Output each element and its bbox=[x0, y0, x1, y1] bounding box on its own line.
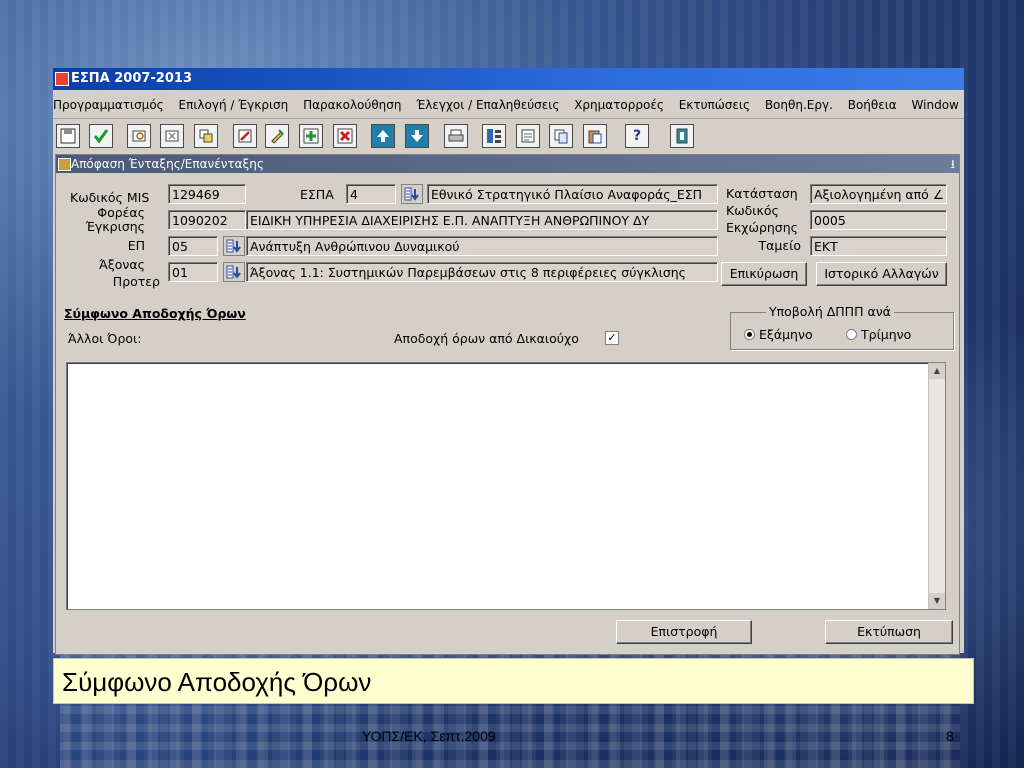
menu-window[interactable]: Window bbox=[912, 92, 959, 118]
field-espa-desc[interactable]: Εθνικό Στρατηγικό Πλαίσιο Αναφοράς_ΕΣΠ bbox=[427, 184, 718, 204]
arrow-up-icon[interactable] bbox=[371, 124, 395, 148]
radio-trimino-dot bbox=[846, 329, 857, 340]
label-ep: ΕΠ bbox=[127, 238, 145, 253]
form-titlebar: Απόφαση Ένταξης/Επανένταξης ⭳ bbox=[56, 155, 959, 173]
save-icon[interactable] bbox=[56, 124, 80, 148]
accept-icon[interactable] bbox=[89, 124, 113, 148]
field-foreas-desc[interactable]: ΕΙΔΙΚΗ ΥΠΗΡΕΣΙΑ ΔΙΑΧΕΙΡΙΣΗΣ Ε.Π. ΑΝΑΠΤΥΞ… bbox=[246, 210, 718, 230]
field-ep-desc[interactable]: Ανάπτυξη Ανθρώπινου Δυναμικού bbox=[246, 236, 718, 256]
application-window: ΕΣΠΑ 2007-2013 Προγραμματισμός Επιλογή /… bbox=[53, 68, 964, 655]
label-apodoxi: Αποδοχή όρων από Δικαιούχο bbox=[394, 331, 579, 346]
label-ekxorisis: Εκχώρησης bbox=[726, 220, 798, 235]
menu-bar: Προγραμματισμός Επιλογή / Έγκριση Παρακο… bbox=[53, 92, 964, 119]
field-axonas-code[interactable]: 01 bbox=[168, 262, 218, 282]
label-axonas: Άξονας bbox=[99, 257, 145, 272]
menu-programmatismos[interactable]: Προγραμματισμός bbox=[53, 92, 164, 118]
field-espa-code[interactable]: 4 bbox=[346, 184, 396, 204]
menu-voitheia[interactable]: Βοήθεια bbox=[848, 92, 897, 118]
app-titlebar: ΕΣΠΑ 2007-2013 bbox=[53, 68, 964, 90]
toolbar: ? bbox=[53, 122, 964, 152]
query-icon[interactable] bbox=[127, 124, 151, 148]
ektyposi-button[interactable]: Εκτύπωση bbox=[825, 620, 953, 644]
radio-trimino[interactable]: Τρίμηνο bbox=[846, 327, 911, 342]
label-kodikos-mis: Κωδικός MIS bbox=[70, 190, 150, 205]
label-katastasi: Κατάσταση bbox=[726, 186, 798, 201]
menu-elegxoi[interactable]: Έλεγχοι / Επαληθεύσεις bbox=[416, 92, 559, 118]
istoriko-allagon-button[interactable]: Ιστορικό Αλλαγών bbox=[816, 262, 947, 286]
clear-query-icon[interactable] bbox=[160, 124, 184, 148]
radio-eksamino-dot bbox=[744, 329, 755, 340]
arrow-down-icon[interactable] bbox=[405, 124, 429, 148]
menu-xrimatorroes[interactable]: Χρηματορροές bbox=[574, 92, 664, 118]
radio-eksamino[interactable]: Εξάμηνο bbox=[744, 327, 813, 342]
section-title: Σύμφωνο Αποδοχής Όρων bbox=[64, 306, 246, 321]
epistrofi-button[interactable]: Επιστροφή bbox=[616, 620, 752, 644]
scroll-down-icon[interactable]: ▼ bbox=[929, 593, 945, 609]
menu-epilogi-egkrisi[interactable]: Επιλογή / Έγκριση bbox=[179, 92, 289, 118]
field-ep-code[interactable]: 05 bbox=[168, 236, 218, 256]
field-kodikos-ekxorisis[interactable]: 0005 bbox=[810, 210, 947, 230]
pencil-icon[interactable] bbox=[265, 124, 289, 148]
delete-record-icon[interactable] bbox=[333, 124, 357, 148]
document-icon[interactable] bbox=[516, 124, 540, 148]
label-alloi-oroi: Άλλοι Όροι: bbox=[68, 331, 142, 346]
paste-icon[interactable] bbox=[583, 124, 607, 148]
field-foreas-code[interactable]: 1090202 bbox=[168, 210, 246, 230]
label-proter: Προτερ bbox=[112, 274, 160, 289]
app-title: ΕΣΠΑ 2007-2013 bbox=[71, 71, 192, 86]
edit-icon[interactable] bbox=[233, 124, 257, 148]
radio-trimino-label: Τρίμηνο bbox=[861, 327, 912, 342]
label-espa: ΕΣΠΑ bbox=[300, 187, 334, 202]
list-icon[interactable] bbox=[482, 124, 506, 148]
apodoxi-checkbox[interactable]: ✓ bbox=[605, 331, 619, 345]
radio-eksamino-label: Εξάμηνο bbox=[759, 327, 813, 342]
copy-record-icon[interactable] bbox=[194, 124, 218, 148]
minimize-icon[interactable]: ⭳ bbox=[951, 155, 955, 173]
insert-record-icon[interactable] bbox=[299, 124, 323, 148]
form-icon bbox=[58, 158, 71, 171]
field-tameio[interactable]: ΕΚΤ bbox=[810, 236, 947, 256]
label-ypovoli: Υποβολή ΔΠΠΠ ανά bbox=[766, 305, 894, 319]
menu-voithi-erg[interactable]: Βοηθη.Εργ. bbox=[765, 92, 833, 118]
field-katastasi[interactable]: Αξιολογημένη από ∠ bbox=[810, 184, 947, 204]
menu-ektyposeis[interactable]: Εκτυπώσεις bbox=[679, 92, 750, 118]
textarea-scrollbar[interactable]: ▲ ▼ bbox=[928, 363, 945, 609]
field-mis[interactable]: 129469 bbox=[168, 184, 246, 204]
espa-lov-icon[interactable] bbox=[401, 184, 423, 204]
app-icon bbox=[55, 72, 69, 86]
ep-lov-icon[interactable] bbox=[223, 236, 245, 256]
scroll-up-icon[interactable]: ▲ bbox=[929, 363, 945, 379]
epikyrosi-button[interactable]: Επικύρωση bbox=[721, 262, 807, 286]
label-tameio: Ταμείο bbox=[758, 238, 801, 253]
help-icon[interactable]: ? bbox=[625, 124, 649, 148]
slide-caption: Σύμφωνο Αποδοχής Όρων bbox=[53, 658, 974, 704]
decision-form-window: Απόφαση Ένταξης/Επανένταξης ⭳ Κωδικός MI… bbox=[55, 154, 960, 655]
exit-icon[interactable] bbox=[670, 124, 694, 148]
alloi-oroi-textarea[interactable]: ▲ ▼ bbox=[66, 362, 946, 610]
page-number: 8 bbox=[946, 728, 954, 744]
print-icon[interactable] bbox=[444, 124, 468, 148]
menu-parakolouthisi[interactable]: Παρακολούθηση bbox=[303, 92, 401, 118]
label-egkrisis: Έγκρισης bbox=[85, 219, 145, 234]
field-axonas-desc[interactable]: Άξονας 1.1: Συστημικών Παρεμβάσεων στις … bbox=[246, 262, 718, 282]
copy-icon[interactable] bbox=[549, 124, 573, 148]
slide-footer: ΥΟΠΣ/ΕΚ, Σεπτ.2009 bbox=[362, 728, 496, 744]
form-title: Απόφαση Ένταξης/Επανένταξης bbox=[71, 157, 264, 171]
label-kodikos: Κωδικός bbox=[726, 203, 779, 218]
label-foreas: Φορέας bbox=[97, 205, 145, 220]
axonas-lov-icon[interactable] bbox=[223, 262, 245, 282]
